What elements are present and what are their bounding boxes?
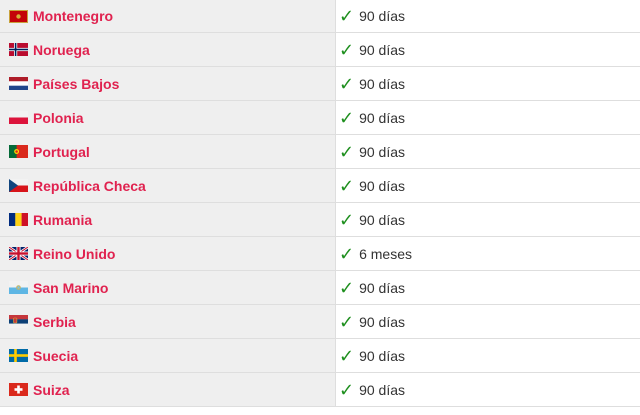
checkmark-icon: ✓ — [339, 73, 355, 94]
stay-duration: 90 días — [359, 347, 406, 364]
checkmark-icon: ✓ — [339, 209, 355, 230]
table-row: Suecia ✓ 90 días — [0, 339, 640, 373]
stay-cell: ✓ 90 días — [336, 33, 640, 66]
checkmark-icon: ✓ — [339, 175, 355, 196]
table-row: República Checa ✓ 90 días — [0, 169, 640, 203]
country-cell: San Marino — [0, 271, 336, 304]
stay-duration: 90 días — [359, 279, 406, 296]
netherlands-flag-icon — [9, 77, 28, 90]
checkmark-icon: ✓ — [339, 39, 355, 60]
table-row: Rumania ✓ 90 días — [0, 203, 640, 237]
country-link-suiza[interactable]: Suiza — [33, 382, 70, 398]
serbia-flag-icon — [9, 315, 28, 328]
stay-duration: 90 días — [359, 75, 406, 92]
country-link-san-marino[interactable]: San Marino — [33, 280, 108, 296]
table-row: Portugal ✓ 90 días — [0, 135, 640, 169]
country-link-suecia[interactable]: Suecia — [33, 348, 78, 364]
country-cell: Países Bajos — [0, 67, 336, 100]
country-link-paises-bajos[interactable]: Países Bajos — [33, 76, 119, 92]
country-cell: Polonia — [0, 101, 336, 134]
stay-cell: ✓ 90 días — [336, 339, 640, 372]
country-cell: Noruega — [0, 33, 336, 66]
country-link-reino-unido[interactable]: Reino Unido — [33, 246, 115, 262]
country-link-serbia[interactable]: Serbia — [33, 314, 76, 330]
country-link-noruega[interactable]: Noruega — [33, 42, 90, 58]
stay-duration: 90 días — [359, 381, 406, 398]
stay-duration: 90 días — [359, 8, 406, 24]
table-row: Noruega ✓ 90 días — [0, 33, 640, 67]
san-marino-flag-icon — [9, 281, 28, 294]
stay-duration: 90 días — [359, 143, 406, 160]
checkmark-icon: ✓ — [339, 379, 355, 400]
country-cell: Montenegro — [0, 0, 336, 32]
montenegro-flag-icon — [9, 9, 28, 23]
stay-cell: ✓ 90 días — [336, 373, 640, 406]
poland-flag-icon — [9, 111, 28, 124]
stay-duration: 90 días — [359, 177, 406, 194]
stay-duration: 90 días — [359, 109, 406, 126]
sweden-flag-icon — [9, 349, 28, 362]
uk-flag-icon — [9, 247, 28, 260]
checkmark-icon: ✓ — [339, 107, 355, 128]
stay-cell: ✓ 90 días — [336, 0, 640, 32]
stay-duration: 90 días — [359, 41, 406, 58]
czech-flag-icon — [9, 179, 28, 192]
stay-cell: ✓ 90 días — [336, 169, 640, 202]
country-cell: Portugal — [0, 135, 336, 168]
country-link-republica-checa[interactable]: República Checa — [33, 178, 146, 194]
checkmark-icon: ✓ — [339, 243, 355, 264]
stay-cell: ✓ 90 días — [336, 101, 640, 134]
country-cell: Reino Unido — [0, 237, 336, 270]
stay-duration: 90 días — [359, 313, 406, 330]
romania-flag-icon — [9, 213, 28, 226]
country-cell: Serbia — [0, 305, 336, 338]
country-link-portugal[interactable]: Portugal — [33, 144, 90, 160]
country-cell: República Checa — [0, 169, 336, 202]
stay-cell: ✓ 90 días — [336, 135, 640, 168]
country-cell: Suiza — [0, 373, 336, 406]
table-row: Reino Unido ✓ 6 meses — [0, 237, 640, 271]
checkmark-icon: ✓ — [339, 141, 355, 162]
table-row: Países Bajos ✓ 90 días — [0, 67, 640, 101]
portugal-flag-icon — [9, 145, 28, 158]
checkmark-icon: ✓ — [339, 6, 355, 26]
stay-cell: ✓ 90 días — [336, 305, 640, 338]
stay-cell: ✓ 6 meses — [336, 237, 640, 270]
table-row: Montenegro ✓ 90 días — [0, 0, 640, 33]
country-link-polonia[interactable]: Polonia — [33, 110, 84, 126]
stay-duration: 6 meses — [359, 245, 413, 262]
country-cell: Suecia — [0, 339, 336, 372]
stay-cell: ✓ 90 días — [336, 203, 640, 236]
stay-cell: ✓ 90 días — [336, 67, 640, 100]
stay-duration: 90 días — [359, 211, 406, 228]
country-link-montenegro[interactable]: Montenegro — [33, 8, 113, 24]
checkmark-icon: ✓ — [339, 311, 355, 332]
checkmark-icon: ✓ — [339, 345, 355, 366]
switzerland-flag-icon — [9, 383, 28, 396]
norway-flag-icon — [9, 43, 28, 56]
country-link-rumania[interactable]: Rumania — [33, 212, 92, 228]
table-row: Serbia ✓ 90 días — [0, 305, 640, 339]
table-row: Polonia ✓ 90 días — [0, 101, 640, 135]
table-row: San Marino ✓ 90 días — [0, 271, 640, 305]
stay-cell: ✓ 90 días — [336, 271, 640, 304]
table-row: Suiza ✓ 90 días — [0, 373, 640, 407]
countries-table: Montenegro ✓ 90 días Noruega ✓ 90 días P… — [0, 0, 640, 407]
country-cell: Rumania — [0, 203, 336, 236]
checkmark-icon: ✓ — [339, 277, 355, 298]
